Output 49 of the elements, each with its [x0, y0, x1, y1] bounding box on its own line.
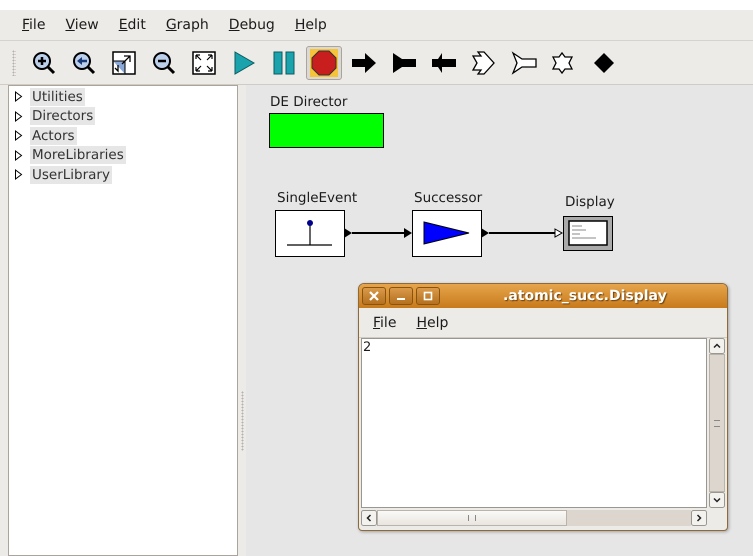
director-label: DE Director — [270, 94, 348, 110]
minimize-button[interactable] — [389, 287, 413, 305]
close-icon — [369, 291, 379, 301]
close-button[interactable] — [362, 287, 386, 305]
menu-item[interactable]: Help — [406, 312, 458, 332]
scroll-left-icon[interactable] — [361, 510, 377, 526]
flag-hollow-icon — [510, 48, 538, 76]
successor-actor-icon[interactable] — [412, 210, 482, 257]
collapsed-triangle-icon[interactable] — [14, 130, 23, 142]
minimize-icon — [397, 298, 405, 300]
window-title: .atomic_succ.Display — [503, 288, 667, 304]
collapsed-triangle-icon[interactable] — [14, 150, 23, 161]
maximize-button[interactable] — [416, 287, 440, 305]
single-event-actor-icon[interactable] — [275, 210, 345, 257]
display-actor-icon[interactable] — [563, 216, 613, 251]
menu-item[interactable]: Help — [284, 15, 337, 35]
actor-label: Display — [565, 194, 615, 210]
scroll-right-icon[interactable] — [691, 510, 707, 526]
toolbar-button[interactable] — [306, 46, 342, 80]
maximize-icon — [423, 291, 433, 301]
collapsed-triangle-icon[interactable] — [14, 110, 23, 122]
tree-item[interactable]: Directors — [30, 107, 96, 126]
actor-label: SingleEvent — [277, 190, 358, 206]
tree-item[interactable]: UserLibrary — [30, 166, 112, 184]
scroll-up-icon[interactable] — [709, 338, 725, 354]
tree-item[interactable]: MoreLibraries — [30, 146, 126, 164]
menu-item[interactable]: Graph — [156, 15, 219, 35]
actor-label: Successor — [414, 190, 482, 206]
zoom-fit-icon — [110, 48, 138, 76]
output-text-area[interactable]: 2 — [361, 338, 707, 508]
collapsed-triangle-icon[interactable] — [14, 91, 23, 102]
menu-item[interactable]: File — [12, 15, 56, 35]
tree-item[interactable]: Utilities — [30, 88, 85, 106]
tree-item[interactable]: Actors — [30, 126, 77, 145]
scrollbar-thumb[interactable] — [709, 354, 725, 492]
menu-item[interactable]: File — [363, 312, 406, 332]
full-screen-icon — [190, 48, 218, 76]
scrollbar-thumb[interactable] — [377, 510, 568, 526]
output-text: 2 — [363, 340, 372, 355]
connection-arrow — [344, 228, 412, 238]
toolbar-grip[interactable] — [12, 50, 16, 76]
collapsed-triangle-icon[interactable] — [14, 169, 23, 180]
menu-item[interactable]: View — [55, 15, 109, 35]
stop-icon — [310, 48, 338, 76]
director-block[interactable] — [269, 113, 384, 148]
scroll-down-icon[interactable] — [709, 492, 725, 508]
menu-item[interactable]: Edit — [108, 15, 156, 35]
vertical-scrollbar[interactable] — [707, 338, 727, 508]
menu-item[interactable]: Debug — [218, 15, 285, 35]
